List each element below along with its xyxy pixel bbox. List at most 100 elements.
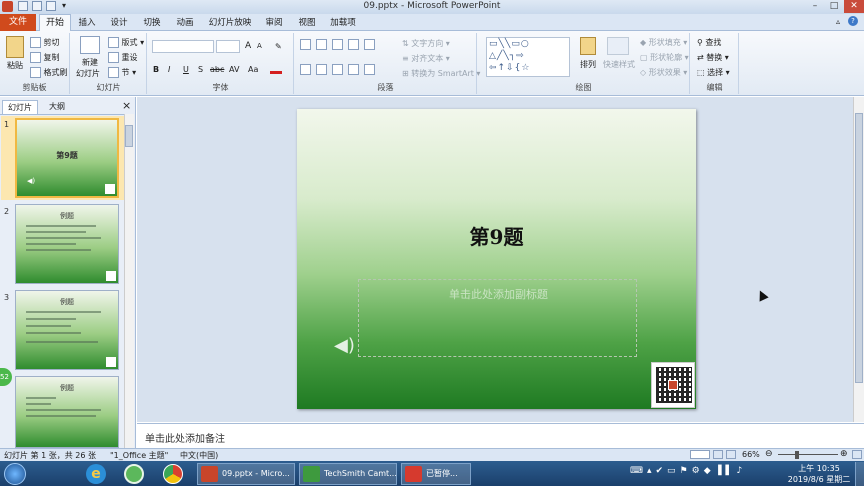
clock-date[interactable]: 2019/8/6 星期二: [785, 474, 853, 485]
slide-sorter-icon[interactable]: [713, 450, 723, 459]
fit-slide-icon[interactable]: [852, 450, 862, 459]
quick-styles-icon[interactable]: [607, 37, 629, 55]
start-button[interactable]: [4, 463, 26, 485]
zoom-slider-thumb[interactable]: [795, 451, 799, 459]
format-painter-button[interactable]: 格式刷: [30, 67, 68, 78]
convert-smartart-button[interactable]: ⊞ 转换为 SmartArt ▾: [402, 68, 480, 79]
taskbar-item-camtasia[interactable]: TechSmith Camt...: [299, 463, 397, 485]
speaker-icon[interactable]: ◀): [334, 335, 355, 356]
language-status[interactable]: 中文(中国): [180, 450, 218, 461]
reset-button[interactable]: 重设: [108, 52, 138, 63]
align-text-button[interactable]: ≡ 对齐文本 ▾: [402, 53, 450, 64]
panel-scrollbar[interactable]: [124, 114, 134, 448]
decrease-indent-icon[interactable]: [332, 39, 343, 50]
slide-title[interactable]: 第9题: [297, 221, 696, 250]
clear-format-icon[interactable]: ✎: [275, 42, 282, 51]
qr-code-icon: [106, 357, 116, 367]
slide-thumbnail-4[interactable]: 例题: [15, 376, 119, 448]
shape-fill-button[interactable]: ◆ 形状填充 ▾: [640, 37, 687, 48]
line-spacing-icon[interactable]: [364, 39, 375, 50]
arrange-button[interactable]: 排列: [580, 59, 596, 70]
reading-view-icon[interactable]: [726, 450, 736, 459]
paste-button[interactable]: 粘贴: [7, 60, 23, 71]
bold-button[interactable]: B: [153, 65, 159, 74]
ie-icon[interactable]: e: [86, 464, 106, 484]
shapes-gallery[interactable]: ▭╲╲▭○ △╱╲┐⇨ ⇦↑⇩{☆: [486, 37, 570, 77]
layout-button[interactable]: 版式 ▾: [108, 37, 144, 48]
zoom-slider[interactable]: [778, 454, 838, 455]
tab-review[interactable]: 审阅: [259, 15, 289, 31]
strikethrough-button[interactable]: abc: [210, 65, 224, 74]
help-icon[interactable]: ?: [848, 16, 858, 26]
shadow-button[interactable]: S: [198, 65, 203, 74]
paste-icon[interactable]: [6, 36, 24, 58]
tab-insert[interactable]: 插入: [72, 15, 102, 31]
explorer-icon[interactable]: [124, 464, 144, 484]
tab-outline[interactable]: 大纲: [40, 100, 74, 114]
minimize-button[interactable]: –: [806, 0, 824, 13]
tab-view[interactable]: 视图: [292, 15, 322, 31]
clock-time[interactable]: 上午 10:35: [788, 463, 850, 474]
panel-scroll-thumb[interactable]: [125, 125, 133, 147]
tab-animations[interactable]: 动画: [170, 15, 200, 31]
tab-slideshow[interactable]: 幻灯片放映: [205, 15, 255, 31]
new-slide-button[interactable]: 新建: [82, 57, 98, 68]
minimize-ribbon-icon[interactable]: ▵: [836, 17, 840, 26]
select-button[interactable]: ⬚ 选择 ▾: [697, 67, 730, 78]
copy-button[interactable]: 复制: [30, 52, 60, 63]
shape-outline-button[interactable]: ▢ 形状轮廓 ▾: [640, 52, 689, 63]
zoom-out-button[interactable]: ⊖: [765, 449, 773, 459]
close-button[interactable]: ✕: [844, 0, 864, 13]
subtitle-placeholder[interactable]: 单击此处添加副标题: [358, 279, 637, 357]
replace-button[interactable]: ⇄ 替换 ▾: [697, 52, 729, 63]
taskbar-item-recorder[interactable]: 已暂停...: [401, 463, 471, 485]
italic-button[interactable]: I: [168, 65, 170, 74]
normal-view-icon[interactable]: [690, 450, 710, 459]
new-slide-label[interactable]: 幻灯片: [76, 68, 100, 79]
align-center-icon[interactable]: [316, 64, 327, 75]
text-direction-button[interactable]: ⇅ 文字方向 ▾: [402, 38, 450, 49]
close-panel-button[interactable]: ×: [122, 100, 131, 112]
bullets-icon[interactable]: [300, 39, 311, 50]
align-left-icon[interactable]: [300, 64, 311, 75]
shrink-font-button[interactable]: A: [257, 42, 262, 50]
tab-transitions[interactable]: 切换: [137, 15, 167, 31]
shape-effects-button[interactable]: ◇ 形状效果 ▾: [640, 67, 687, 78]
section-button[interactable]: 节 ▾: [108, 67, 136, 78]
new-slide-icon[interactable]: [80, 36, 100, 54]
tab-addins[interactable]: 加载项: [325, 15, 361, 31]
chrome-icon[interactable]: [163, 464, 183, 484]
current-slide[interactable]: 第9题 单击此处添加副标题 ◀): [297, 109, 696, 409]
tab-slides[interactable]: 幻灯片: [2, 100, 38, 114]
char-spacing-button[interactable]: AV: [229, 65, 239, 74]
tab-design[interactable]: 设计: [104, 15, 134, 31]
font-size-select[interactable]: [216, 40, 240, 53]
arrange-icon[interactable]: [580, 37, 596, 55]
font-name-select[interactable]: [152, 40, 214, 53]
cut-button[interactable]: 剪切: [30, 37, 60, 48]
section-icon: [108, 67, 119, 78]
justify-icon[interactable]: [348, 64, 359, 75]
underline-button[interactable]: U: [183, 65, 189, 74]
tab-file[interactable]: 文件: [0, 14, 36, 31]
change-case-button[interactable]: Aa: [248, 65, 258, 74]
slide-thumbnail-3[interactable]: 例题: [15, 290, 119, 370]
columns-icon[interactable]: [364, 64, 375, 75]
slide-thumbnail-2[interactable]: 例题: [15, 204, 119, 284]
increase-indent-icon[interactable]: [348, 39, 359, 50]
slide-scroll-thumb[interactable]: [855, 113, 863, 383]
quick-styles-button[interactable]: 快速样式: [603, 59, 635, 70]
notes-pane[interactable]: 单击此处添加备注: [137, 423, 864, 448]
find-button[interactable]: ⚲ 查找: [697, 37, 721, 48]
show-desktop-button[interactable]: [855, 462, 864, 486]
numbering-icon[interactable]: [316, 39, 327, 50]
zoom-level[interactable]: 66%: [742, 450, 760, 459]
grow-font-button[interactable]: A: [245, 41, 251, 51]
font-color-icon[interactable]: [270, 64, 282, 74]
tab-home[interactable]: 开始: [39, 14, 71, 32]
taskbar-item-powerpoint[interactable]: 09.pptx - Micro...: [197, 463, 295, 485]
align-right-icon[interactable]: [332, 64, 343, 75]
slide-thumbnail-1[interactable]: 第9题 ◀): [15, 118, 119, 198]
maximize-button[interactable]: □: [825, 0, 843, 13]
zoom-in-button[interactable]: ⊕: [840, 449, 848, 459]
